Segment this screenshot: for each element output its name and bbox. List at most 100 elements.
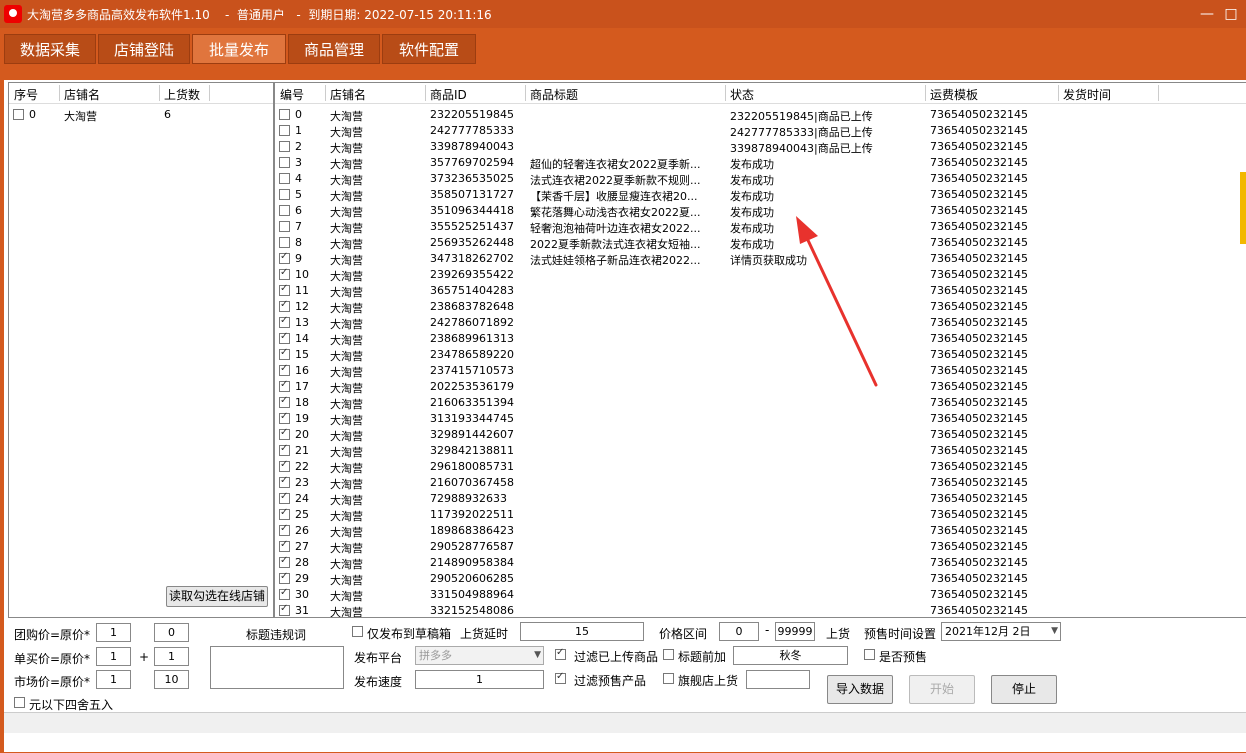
tab-data-collect[interactable]: 数据采集 [4, 34, 96, 64]
row-checkbox[interactable] [279, 491, 290, 504]
table-row[interactable]: 17 大淘营 202253536179 73654050232145 [275, 379, 1246, 395]
table-row[interactable]: 29 大淘营 290520606285 73654050232145 [275, 571, 1246, 587]
shop-row[interactable]: 0 大淘营 6 [9, 107, 273, 123]
row-checkbox[interactable] [279, 109, 290, 120]
draft-only-checkbox[interactable] [352, 626, 363, 637]
table-row[interactable]: 3 大淘营 357769702594 超仙的轻奢连衣裙女2022夏季新... 发布成功 7… [275, 155, 1246, 171]
row-checkbox[interactable] [279, 443, 290, 456]
price-min-input[interactable]: 0 [719, 622, 759, 641]
single-price-mult-input[interactable]: 1 [96, 647, 131, 666]
row-checkbox[interactable] [279, 603, 290, 616]
table-row[interactable]: 10 大淘营 239269355422 73654050232145 [275, 267, 1246, 283]
title-rule-textarea[interactable] [210, 646, 344, 689]
tab-product-manage[interactable]: 商品管理 [288, 34, 380, 64]
row-checkbox[interactable] [279, 411, 290, 424]
row-checkbox[interactable] [279, 539, 290, 552]
table-row[interactable]: 28 大淘营 214890958384 73654050232145 [275, 555, 1246, 571]
row-checkbox[interactable] [279, 283, 290, 296]
table-row[interactable]: 5 大淘营 358507131727 【茉香千层】收腰显瘦连衣裙20... 发布成功 73… [275, 187, 1246, 203]
row-checkbox[interactable] [279, 347, 290, 360]
flagship-input[interactable] [746, 670, 810, 689]
table-row[interactable]: 7 大淘营 355525251437 轻奢泡泡袖荷叶边连衣裙女2022... 发布成功 7… [275, 219, 1246, 235]
market-price-add-input[interactable]: 10 [154, 670, 189, 689]
table-row[interactable]: 25 大淘营 117392022511 73654050232145 [275, 507, 1246, 523]
minimize-icon[interactable]: — [1198, 6, 1216, 22]
speed-input[interactable]: 1 [415, 670, 544, 689]
table-row[interactable]: 19 大淘营 313193344745 73654050232145 [275, 411, 1246, 427]
table-row[interactable]: 21 大淘营 329842138811 73654050232145 [275, 443, 1246, 459]
filter-uploaded-checkbox[interactable] [555, 647, 566, 660]
row-checkbox[interactable] [279, 157, 290, 168]
row-checkbox[interactable] [279, 125, 290, 136]
filter-presale-checkbox[interactable] [555, 671, 566, 684]
table-row[interactable]: 11 大淘营 365751404283 73654050232145 [275, 283, 1246, 299]
row-checkbox[interactable] [13, 109, 24, 120]
platform-select[interactable]: 拼多多 ▼ [415, 646, 544, 665]
table-row[interactable]: 12 大淘营 238683782648 73654050232145 [275, 299, 1246, 315]
row-checkbox[interactable] [279, 141, 290, 152]
table-row[interactable]: 0 大淘营 232205519845 232205519845|商品已上传 736540… [275, 107, 1246, 123]
title-prefix-checkbox[interactable] [663, 649, 674, 660]
row-checkbox[interactable] [279, 459, 290, 472]
table-row[interactable]: 9大淘营347318262702法式娃娃领格子新品连衣裙2022...详情页获取… [275, 251, 1246, 267]
flagship-checkbox[interactable] [663, 673, 674, 684]
table-row[interactable]: 1 大淘营 242777785333 242777785333|商品已上传 736540… [275, 123, 1246, 139]
table-row[interactable]: 30 大淘营 331504988964 73654050232145 [275, 587, 1246, 603]
start-button[interactable]: 开始 [909, 675, 975, 704]
presale-checkbox[interactable] [864, 649, 875, 660]
table-row[interactable]: 8 大淘营 256935262448 2022夏季新款法式连衣裙女短袖... 发布成功 7… [275, 235, 1246, 251]
table-row[interactable]: 15 大淘营 234786589220 73654050232145 [275, 347, 1246, 363]
price-max-input[interactable]: 99999 [775, 622, 815, 641]
row-checkbox[interactable] [279, 331, 290, 344]
row-checkbox[interactable] [279, 523, 290, 536]
row-checkbox[interactable] [279, 237, 290, 248]
row-checkbox[interactable] [279, 189, 290, 200]
chevron-down-icon[interactable]: ▼ [534, 647, 541, 664]
row-checkbox[interactable] [279, 315, 290, 328]
tab-software-config[interactable]: 软件配置 [382, 34, 476, 64]
table-row[interactable]: 27 大淘营 290528776587 73654050232145 [275, 539, 1246, 555]
row-checkbox[interactable] [279, 427, 290, 440]
read-online-shops-button[interactable]: 读取勾选在线店铺 [166, 586, 268, 607]
side-scroll-marker[interactable] [1240, 172, 1246, 244]
stop-button[interactable]: 停止 [991, 675, 1057, 704]
group-price-add-input[interactable]: 0 [154, 623, 189, 642]
presale-date-picker[interactable]: 2021年12月 2日 ▼ [941, 622, 1061, 641]
round-checkbox[interactable] [14, 697, 25, 708]
table-row[interactable]: 22 大淘营 296180085731 73654050232145 [275, 459, 1246, 475]
row-checkbox[interactable] [279, 221, 290, 232]
table-row[interactable]: 18 大淘营 216063351394 73654050232145 [275, 395, 1246, 411]
delay-input[interactable]: 15 [520, 622, 644, 641]
row-checkbox[interactable] [279, 205, 290, 216]
tab-batch-publish[interactable]: 批量发布 [192, 34, 286, 64]
row-checkbox[interactable] [279, 267, 290, 280]
single-price-add-input[interactable]: 1 [154, 647, 189, 666]
table-row[interactable]: 23 大淘营 216070367458 73654050232145 [275, 475, 1246, 491]
row-checkbox[interactable] [279, 587, 290, 600]
row-checkbox[interactable] [279, 173, 290, 184]
table-row[interactable]: 26 大淘营 189868386423 73654050232145 [275, 523, 1246, 539]
table-row[interactable]: 4 大淘营 373236535025 法式连衣裙2022夏季新款不规则... 发布成功 7… [275, 171, 1246, 187]
table-row[interactable]: 24 大淘营 72988932633 73654050232145 [275, 491, 1246, 507]
row-checkbox[interactable] [279, 555, 290, 568]
maximize-icon[interactable]: □ [1222, 6, 1240, 22]
row-checkbox[interactable] [279, 251, 290, 264]
row-checkbox[interactable] [279, 299, 290, 312]
chevron-down-icon[interactable]: ▼ [1051, 623, 1058, 640]
row-checkbox[interactable] [279, 571, 290, 584]
row-checkbox[interactable] [279, 379, 290, 392]
table-row[interactable]: 14 大淘营 238689961313 73654050232145 [275, 331, 1246, 347]
table-row[interactable]: 31 大淘营 332152548086 73654050232145 [275, 603, 1246, 617]
table-row[interactable]: 2 大淘营 339878940043 339878940043|商品已上传 736540… [275, 139, 1246, 155]
table-row[interactable]: 13 大淘营 242786071892 73654050232145 [275, 315, 1246, 331]
row-checkbox[interactable] [279, 475, 290, 488]
import-data-button[interactable]: 导入数据 [827, 675, 893, 704]
market-price-mult-input[interactable]: 1 [96, 670, 131, 689]
tab-shop-login[interactable]: 店铺登陆 [98, 34, 190, 64]
row-checkbox[interactable] [279, 363, 290, 376]
table-row[interactable]: 6 大淘营 351096344418 繁花落舞心动浅杏衣裙女2022夏... 发布成功 7… [275, 203, 1246, 219]
table-row[interactable]: 16 大淘营 237415710573 73654050232145 [275, 363, 1246, 379]
row-checkbox[interactable] [279, 395, 290, 408]
table-row[interactable]: 20 大淘营 329891442607 73654050232145 [275, 427, 1246, 443]
group-price-mult-input[interactable]: 1 [96, 623, 131, 642]
